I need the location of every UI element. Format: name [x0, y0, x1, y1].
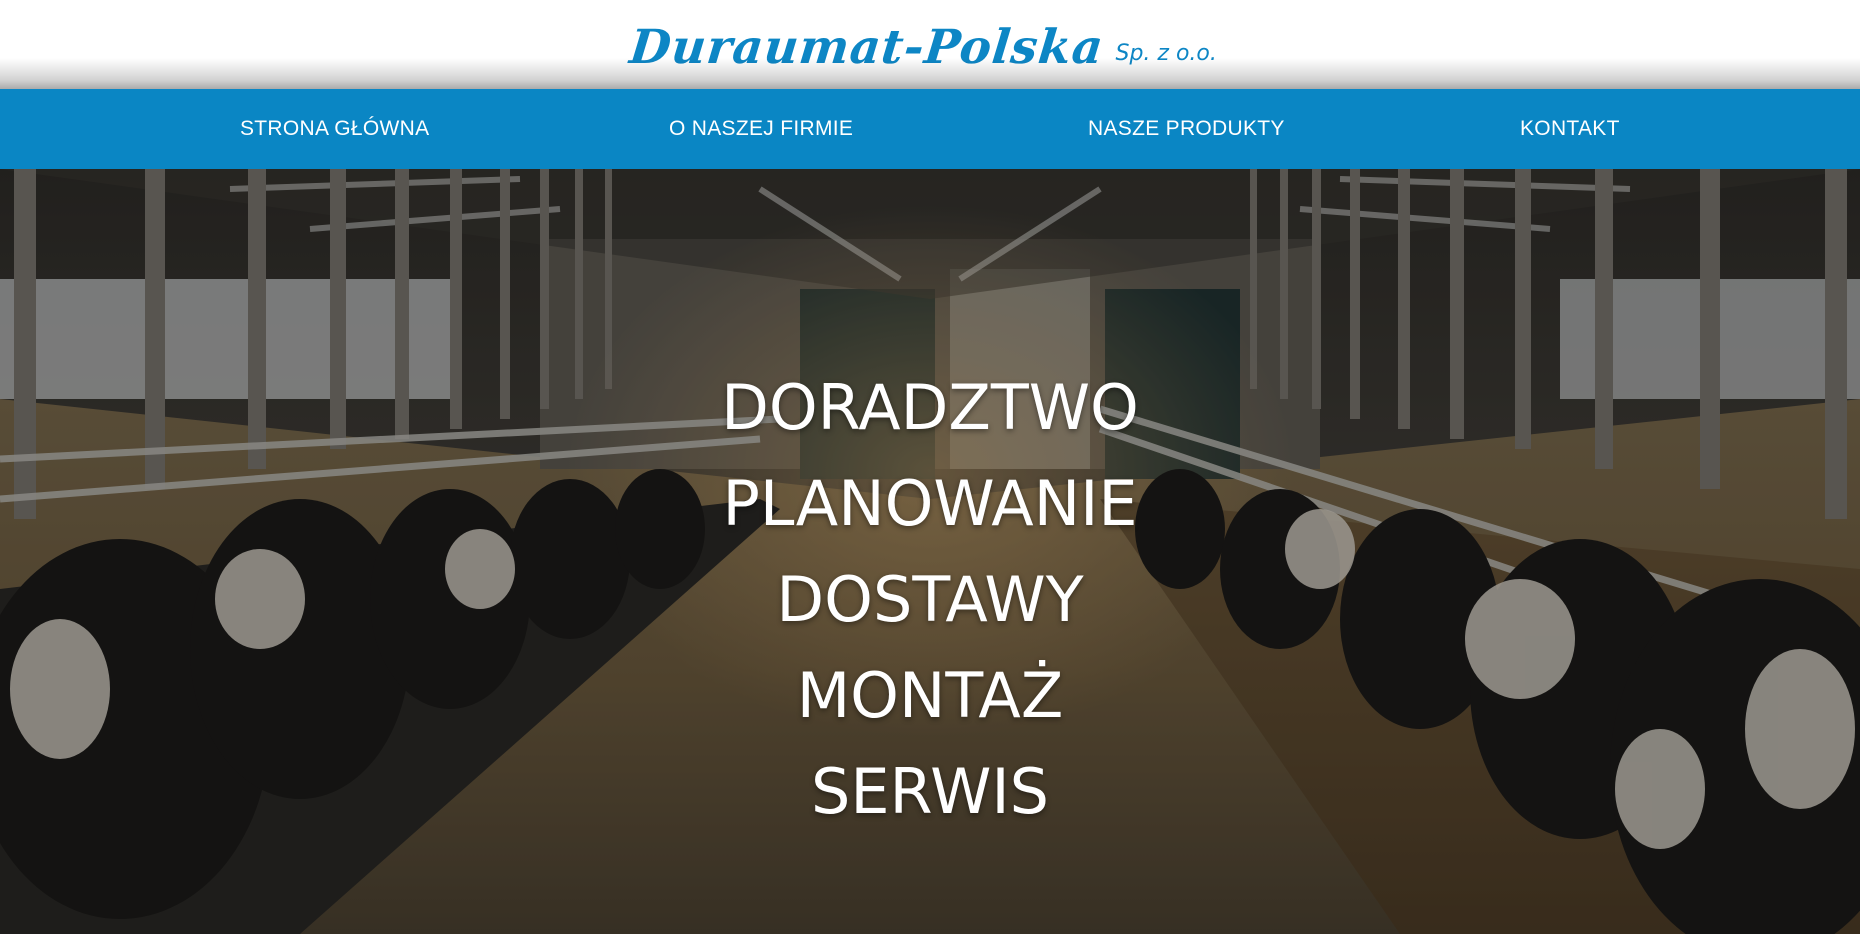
nav-item-about[interactable]: O NASZEJ FIRMIE	[669, 89, 853, 169]
service-maintenance: SERWIS	[810, 755, 1050, 828]
main-navigation: STRONA GŁÓWNA O NASZEJ FIRMIE NASZE PROD…	[0, 89, 1860, 169]
services-list: DORADZTWO PLANOWANIE DOSTAWY MONTAŻ SERW…	[0, 360, 1860, 840]
hero-banner: DORADZTWO PLANOWANIE DOSTAWY MONTAŻ SERW…	[0, 169, 1860, 934]
service-installation: MONTAŻ	[796, 659, 1064, 732]
service-delivery: DOSTAWY	[776, 563, 1084, 636]
header-shadow	[0, 58, 1860, 90]
service-planning: PLANOWANIE	[722, 467, 1138, 540]
nav-item-products[interactable]: NASZE PRODUKTY	[1088, 89, 1285, 169]
service-consulting: DORADZTWO	[721, 371, 1139, 444]
nav-item-contact[interactable]: KONTAKT	[1520, 89, 1620, 169]
nav-item-home[interactable]: STRONA GŁÓWNA	[240, 89, 429, 169]
